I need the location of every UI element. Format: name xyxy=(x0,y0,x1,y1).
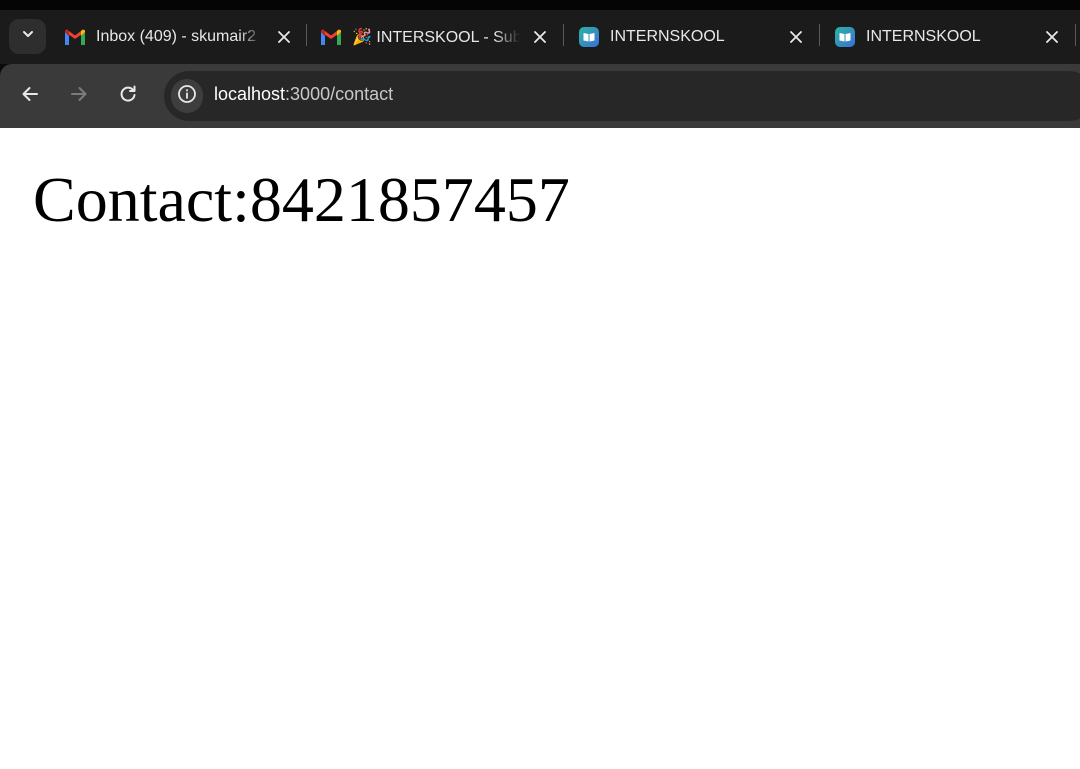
forward-arrow-icon xyxy=(69,84,89,109)
tab-separator xyxy=(563,24,564,46)
tab-title: INTERNSKOOL xyxy=(866,28,981,45)
reload-icon xyxy=(118,84,138,109)
chevron-down-icon xyxy=(21,27,35,46)
back-button[interactable] xyxy=(13,79,47,113)
page-content: Contact:8421857457 xyxy=(0,128,1080,769)
browser-toolbar: localhost:3000/contact xyxy=(0,64,1080,128)
reload-button[interactable] xyxy=(111,79,145,113)
close-icon[interactable] xyxy=(1042,27,1062,47)
url-text[interactable]: localhost:3000/contact xyxy=(214,84,393,105)
tab-bar: Inbox (409) - skumair2 🎉 INTERSKOOL - Su… xyxy=(0,10,1080,64)
tab-title: Inbox (409) - skumair2 xyxy=(96,28,257,45)
tab-separator xyxy=(1075,24,1076,46)
address-bar[interactable]: localhost:3000/contact xyxy=(164,71,1080,121)
tab-separator xyxy=(819,24,820,46)
browser-chrome: Inbox (409) - skumair2 🎉 INTERSKOOL - Su… xyxy=(0,0,1080,128)
tab-title: INTERNSKOOL xyxy=(610,28,725,45)
site-info-button[interactable] xyxy=(171,79,203,113)
tab-internskool-2[interactable]: INTERNSKOOL xyxy=(834,19,1062,55)
tab-title: 🎉 INTERSKOOL - Sub xyxy=(352,29,520,46)
url-path: :3000/contact xyxy=(285,84,394,104)
gmail-icon xyxy=(320,26,342,48)
tab-gmail-inbox[interactable]: Inbox (409) - skumair2 xyxy=(64,19,294,55)
gmail-icon xyxy=(64,26,86,48)
close-icon[interactable] xyxy=(274,27,294,47)
window-top-strip xyxy=(0,0,1080,10)
internskool-icon xyxy=(834,26,856,48)
close-icon[interactable] xyxy=(530,27,550,47)
internskool-icon xyxy=(578,26,600,48)
forward-button[interactable] xyxy=(62,79,96,113)
tab-search-button[interactable] xyxy=(9,19,46,54)
close-icon[interactable] xyxy=(786,27,806,47)
tab-separator xyxy=(306,24,307,46)
contact-heading: Contact:8421857457 xyxy=(33,164,570,235)
url-host: localhost xyxy=(214,84,286,104)
tab-gmail-interskool[interactable]: 🎉 INTERSKOOL - Sub xyxy=(320,19,550,55)
tab-internskool-1[interactable]: INTERNSKOOL xyxy=(578,19,806,55)
info-icon xyxy=(177,84,197,109)
back-arrow-icon xyxy=(20,84,40,109)
